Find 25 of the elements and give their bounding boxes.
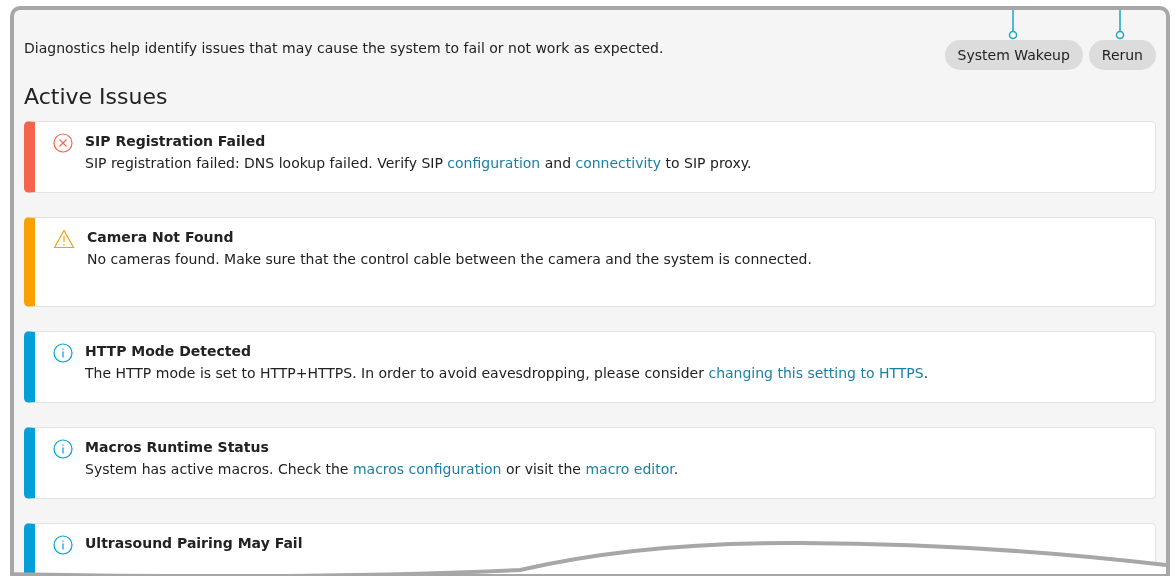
issue-link[interactable]: configuration: [447, 155, 541, 171]
callout-marker: [1008, 10, 1018, 40]
issue-description: SIP registration failed: DNS lookup failed. Verify SIP configuration and connectivity to SIP proxy.: [85, 155, 752, 171]
section-heading: Active Issues: [24, 84, 169, 109]
issue-description: No cameras found. Make sure that the control cable between the camera and the system is connected.: [87, 251, 812, 267]
issue-title: Ultrasound Pairing May Fail: [85, 535, 303, 551]
issue-link[interactable]: macro editor: [585, 461, 674, 477]
info-icon: [53, 535, 73, 555]
issue-title: SIP Registration Failed: [85, 133, 267, 149]
issue-description: The HTTP mode is set to HTTP+HTTPS. In order to avoid eavesdropping, please consider changing this setting to HTTPS.: [85, 365, 929, 381]
issue-description: System has active macros. Check the macros configuration or visit the macro editor.: [85, 461, 679, 477]
warning-icon: [53, 229, 75, 249]
callout-marker: [1115, 10, 1125, 40]
action-button[interactable]: System Wakeup: [944, 40, 1083, 70]
issue-link[interactable]: macros configuration: [352, 461, 502, 477]
action-button[interactable]: Rerun: [1088, 40, 1156, 70]
error-icon: [53, 133, 73, 153]
info-icon: [53, 439, 73, 459]
issue-link[interactable]: changing this setting to HTTPS: [708, 365, 924, 381]
issue-title: Camera Not Found: [87, 229, 235, 245]
intro-text: Diagnostics help identify issues that may cause the system to fail or not work as expected.: [24, 40, 664, 56]
info-icon: [53, 343, 73, 363]
issue-title: HTTP Mode Detected: [85, 343, 253, 359]
issue-link[interactable]: connectivity: [575, 155, 662, 171]
issue-title: Macros Runtime Status: [85, 439, 270, 455]
